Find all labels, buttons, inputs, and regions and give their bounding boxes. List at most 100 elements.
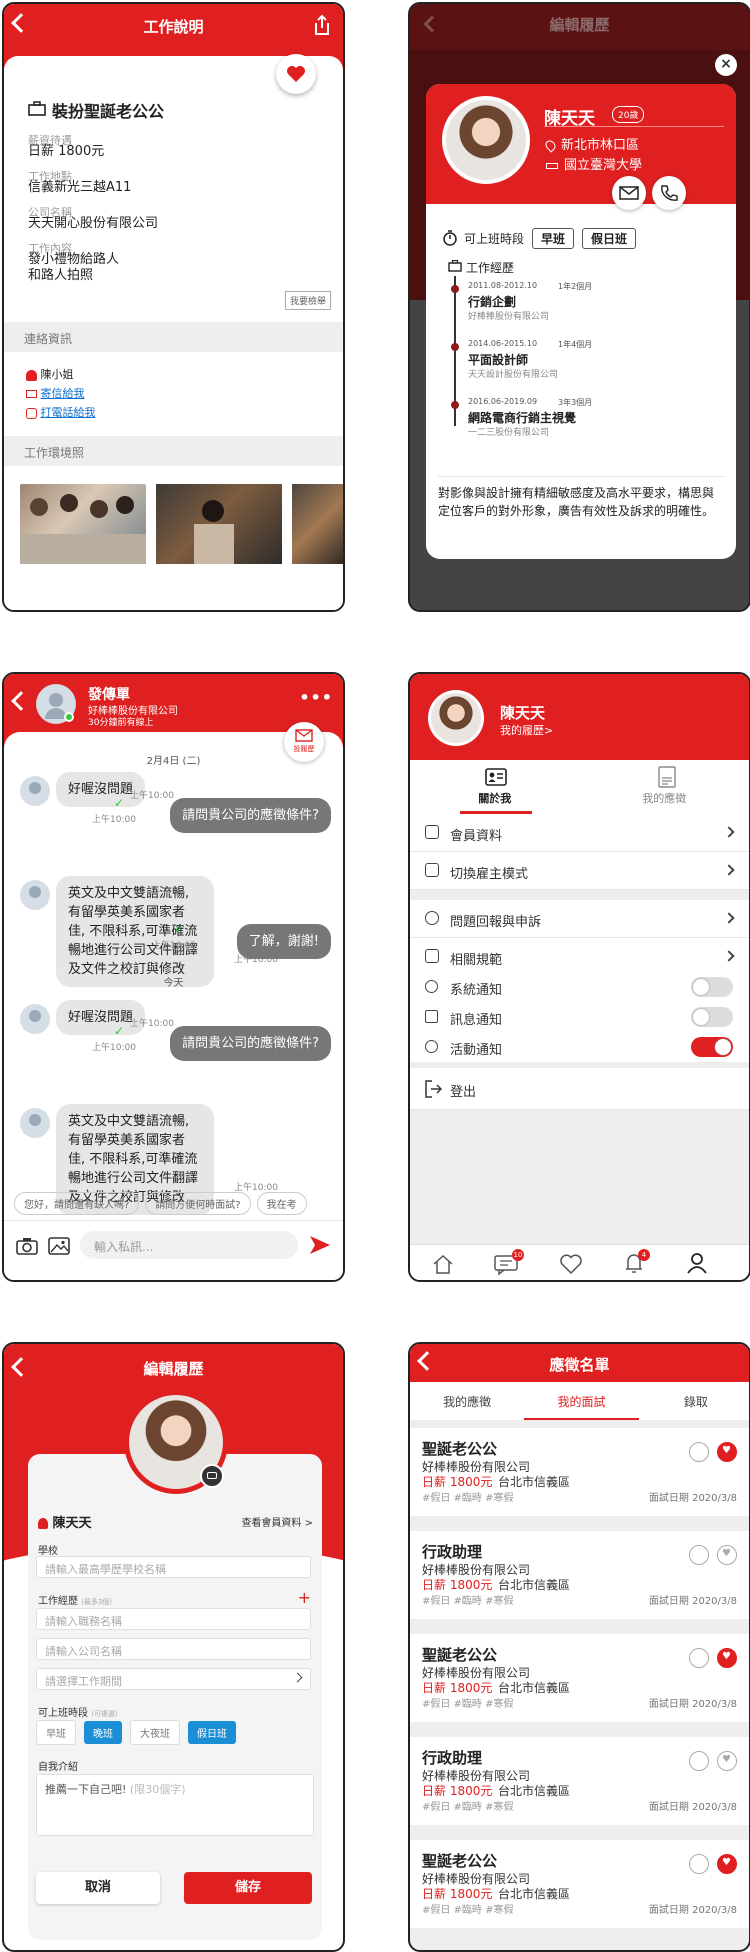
heart-glyph: ♥ bbox=[722, 1651, 731, 1662]
toggle-knob bbox=[693, 979, 709, 995]
shift-option[interactable]: 假日班 bbox=[188, 1721, 236, 1744]
logout-icon bbox=[425, 1080, 442, 1098]
job-card[interactable]: 行政助理 好棒棒股份有限公司 日薪 1800元 台北市信義區 #假日 #臨時 #寒假 面試… bbox=[410, 1531, 749, 1619]
save-button[interactable]: 儲存 bbox=[184, 1872, 312, 1904]
my-resume-link[interactable]: 我的履歷> bbox=[500, 722, 553, 738]
toggle-row-2: 訊息通知 bbox=[410, 1002, 749, 1032]
job-doc-icon bbox=[657, 766, 676, 788]
period-select[interactable]: 請選擇工作期間 bbox=[36, 1668, 311, 1690]
exp-company: 好棒棒股份有限公司 bbox=[468, 312, 550, 322]
menu-row-1[interactable]: 會員資料 bbox=[410, 814, 749, 852]
job-pay: 日薪 1800元 bbox=[422, 1578, 493, 1592]
avatar[interactable] bbox=[124, 1390, 228, 1494]
chevron-right-icon bbox=[723, 950, 735, 962]
shift-option[interactable]: 晚班 bbox=[84, 1721, 122, 1744]
tab-bar: 我的應徵 我的面試 錄取 bbox=[410, 1382, 749, 1420]
availability-tag: 假日班 bbox=[582, 228, 637, 249]
job-title-input[interactable]: 請輸入職務名稱 bbox=[36, 1608, 311, 1630]
quick-reply-chip[interactable]: 我在考 bbox=[256, 1192, 307, 1215]
menu-row-3[interactable]: 問題回報與申訴 bbox=[410, 900, 749, 938]
message-badge: 10 bbox=[512, 1249, 524, 1261]
tab-about[interactable]: 關於我 bbox=[410, 760, 580, 814]
interview-date: 面試日期 2020/3/8 bbox=[648, 1699, 737, 1710]
tab-applied[interactable]: 我的應徵 bbox=[580, 760, 750, 814]
heart-icon[interactable]: ♥ bbox=[717, 1648, 737, 1668]
contact-phone[interactable]: 打電話給我 bbox=[26, 404, 96, 420]
toggle-switch[interactable] bbox=[691, 1037, 733, 1057]
message-list: 好喔沒問題 上午10:00 請問貴公司的應徵條件? ✓ 上午10:00 英文及中文雙語流暢… bbox=[4, 674, 343, 1252]
header: 應徵名單 bbox=[410, 1344, 749, 1382]
heart-icon[interactable]: ♥ bbox=[717, 1751, 737, 1771]
shift-option[interactable]: 早班 bbox=[36, 1720, 76, 1745]
chat-icon[interactable] bbox=[689, 1648, 709, 1668]
chat-icon[interactable] bbox=[689, 1854, 709, 1874]
quick-replies: 您好，請問還有缺人嗎? 請問方便何時面試? 我在考 bbox=[14, 1192, 343, 1215]
tab-3[interactable]: 錄取 bbox=[639, 1382, 749, 1420]
mail-icon bbox=[425, 1010, 438, 1023]
experience-label: 工作經歷 bbox=[466, 261, 515, 275]
intro-textarea[interactable]: 推薦一下自己吧! (限30個字) bbox=[36, 1774, 314, 1836]
job-card[interactable]: 行政助理 好棒棒股份有限公司 日薪 1800元 台北市信義區 #假日 #臨時 #寒假 面試… bbox=[410, 1737, 749, 1825]
job-title: 聖誕老公公 bbox=[422, 1852, 498, 1870]
school: 國立臺灣大學 bbox=[546, 154, 642, 173]
contact-section-title: 連絡資訊 bbox=[4, 322, 343, 352]
school-input[interactable]: 請輸入最高學歷學校名稱 bbox=[36, 1556, 311, 1578]
tab-2[interactable]: 我的面試 bbox=[524, 1382, 639, 1420]
menu-row-4[interactable]: 相關規範 bbox=[410, 938, 749, 976]
exp-company: 一二三股份有限公司 bbox=[468, 428, 550, 438]
camera-icon[interactable] bbox=[200, 1464, 224, 1488]
share-icon[interactable] bbox=[313, 14, 331, 36]
env-photo-3[interactable] bbox=[292, 484, 343, 564]
mail-button[interactable] bbox=[612, 176, 646, 210]
toggle-row-3: 活動通知 bbox=[410, 1032, 749, 1062]
heart-icon[interactable]: ♥ bbox=[717, 1545, 737, 1565]
bottom-nav: 10 4 bbox=[410, 1244, 749, 1280]
add-experience-icon[interactable]: + bbox=[298, 1588, 311, 1607]
contact-email[interactable]: 寄信給我 bbox=[26, 385, 85, 401]
email-link[interactable]: 寄信給我 bbox=[41, 387, 85, 400]
report-button[interactable]: 我要檢舉 bbox=[285, 291, 332, 310]
cancel-button[interactable]: 取消 bbox=[36, 1872, 160, 1904]
timeline-dot bbox=[451, 401, 459, 409]
exp-title: 行銷企劃 bbox=[468, 295, 517, 309]
toggle-switch[interactable] bbox=[691, 1007, 733, 1027]
heart-nav-icon[interactable] bbox=[560, 1254, 582, 1274]
close-icon[interactable]: × bbox=[715, 54, 737, 76]
chat-icon[interactable] bbox=[689, 1442, 709, 1462]
heart-glyph: ♥ bbox=[722, 1445, 731, 1456]
heart-icon[interactable]: ♥ bbox=[717, 1442, 737, 1462]
logout-label: 登出 bbox=[450, 1085, 477, 1100]
pin-icon bbox=[543, 138, 558, 153]
profile-nav-icon[interactable] bbox=[686, 1252, 708, 1274]
image-icon[interactable] bbox=[48, 1237, 70, 1255]
logout-row[interactable]: 登出 bbox=[410, 1068, 749, 1110]
message-input[interactable]: 輸入私訊... bbox=[80, 1231, 298, 1259]
view-member-link[interactable]: 查看會員資料 > bbox=[241, 1514, 313, 1529]
quick-reply-chip[interactable]: 您好，請問還有缺人嗎? bbox=[14, 1192, 140, 1215]
env-photo-2[interactable] bbox=[156, 484, 282, 564]
toggle-switch[interactable] bbox=[691, 977, 733, 997]
quick-reply-chip[interactable]: 請問方便何時面試? bbox=[145, 1192, 251, 1215]
tab-1[interactable]: 我的應徵 bbox=[410, 1382, 524, 1420]
shift-option[interactable]: 大夜班 bbox=[130, 1720, 180, 1745]
field-value: 信義新光三越A11 bbox=[28, 180, 132, 195]
home-icon[interactable] bbox=[432, 1253, 454, 1275]
job-card[interactable]: 聖誕老公公 好棒棒股份有限公司 日薪 1800元 台北市信義區 #假日 #臨時 #寒假面… bbox=[410, 1428, 749, 1516]
avatar[interactable] bbox=[428, 690, 484, 746]
chat-icon[interactable] bbox=[689, 1751, 709, 1771]
chat-icon[interactable] bbox=[689, 1545, 709, 1565]
job-card[interactable]: 聖誕老公公 好棒棒股份有限公司 日薪 1800元 台北市信義區 #假日 #臨時 #寒假面… bbox=[410, 1634, 749, 1722]
phone-link[interactable]: 打電話給我 bbox=[41, 406, 96, 419]
job-title: 行政助理 bbox=[422, 1543, 483, 1561]
camera-icon[interactable] bbox=[16, 1237, 38, 1255]
favorite-button[interactable] bbox=[276, 54, 316, 94]
application-list-screen: 應徵名單 我的應徵 我的面試 錄取 聖誕老公公 好棒棒股份有限公司 日薪 1800元 台北… bbox=[408, 1342, 750, 1952]
shift-options: 早班 晚班 大夜班 假日班 bbox=[36, 1720, 244, 1745]
job-card[interactable]: 聖誕老公公 好棒棒股份有限公司 日薪 1800元 台北市信義區 #假日 #臨時 #寒假面… bbox=[410, 1840, 749, 1928]
menu-row-2[interactable]: 切換雇主模式 bbox=[410, 852, 749, 890]
call-button[interactable] bbox=[652, 176, 686, 210]
company-input[interactable]: 請輸入公司名稱 bbox=[36, 1638, 311, 1660]
send-icon[interactable] bbox=[308, 1233, 332, 1257]
heart-icon[interactable]: ♥ bbox=[717, 1854, 737, 1874]
env-photo-1[interactable] bbox=[20, 484, 146, 564]
